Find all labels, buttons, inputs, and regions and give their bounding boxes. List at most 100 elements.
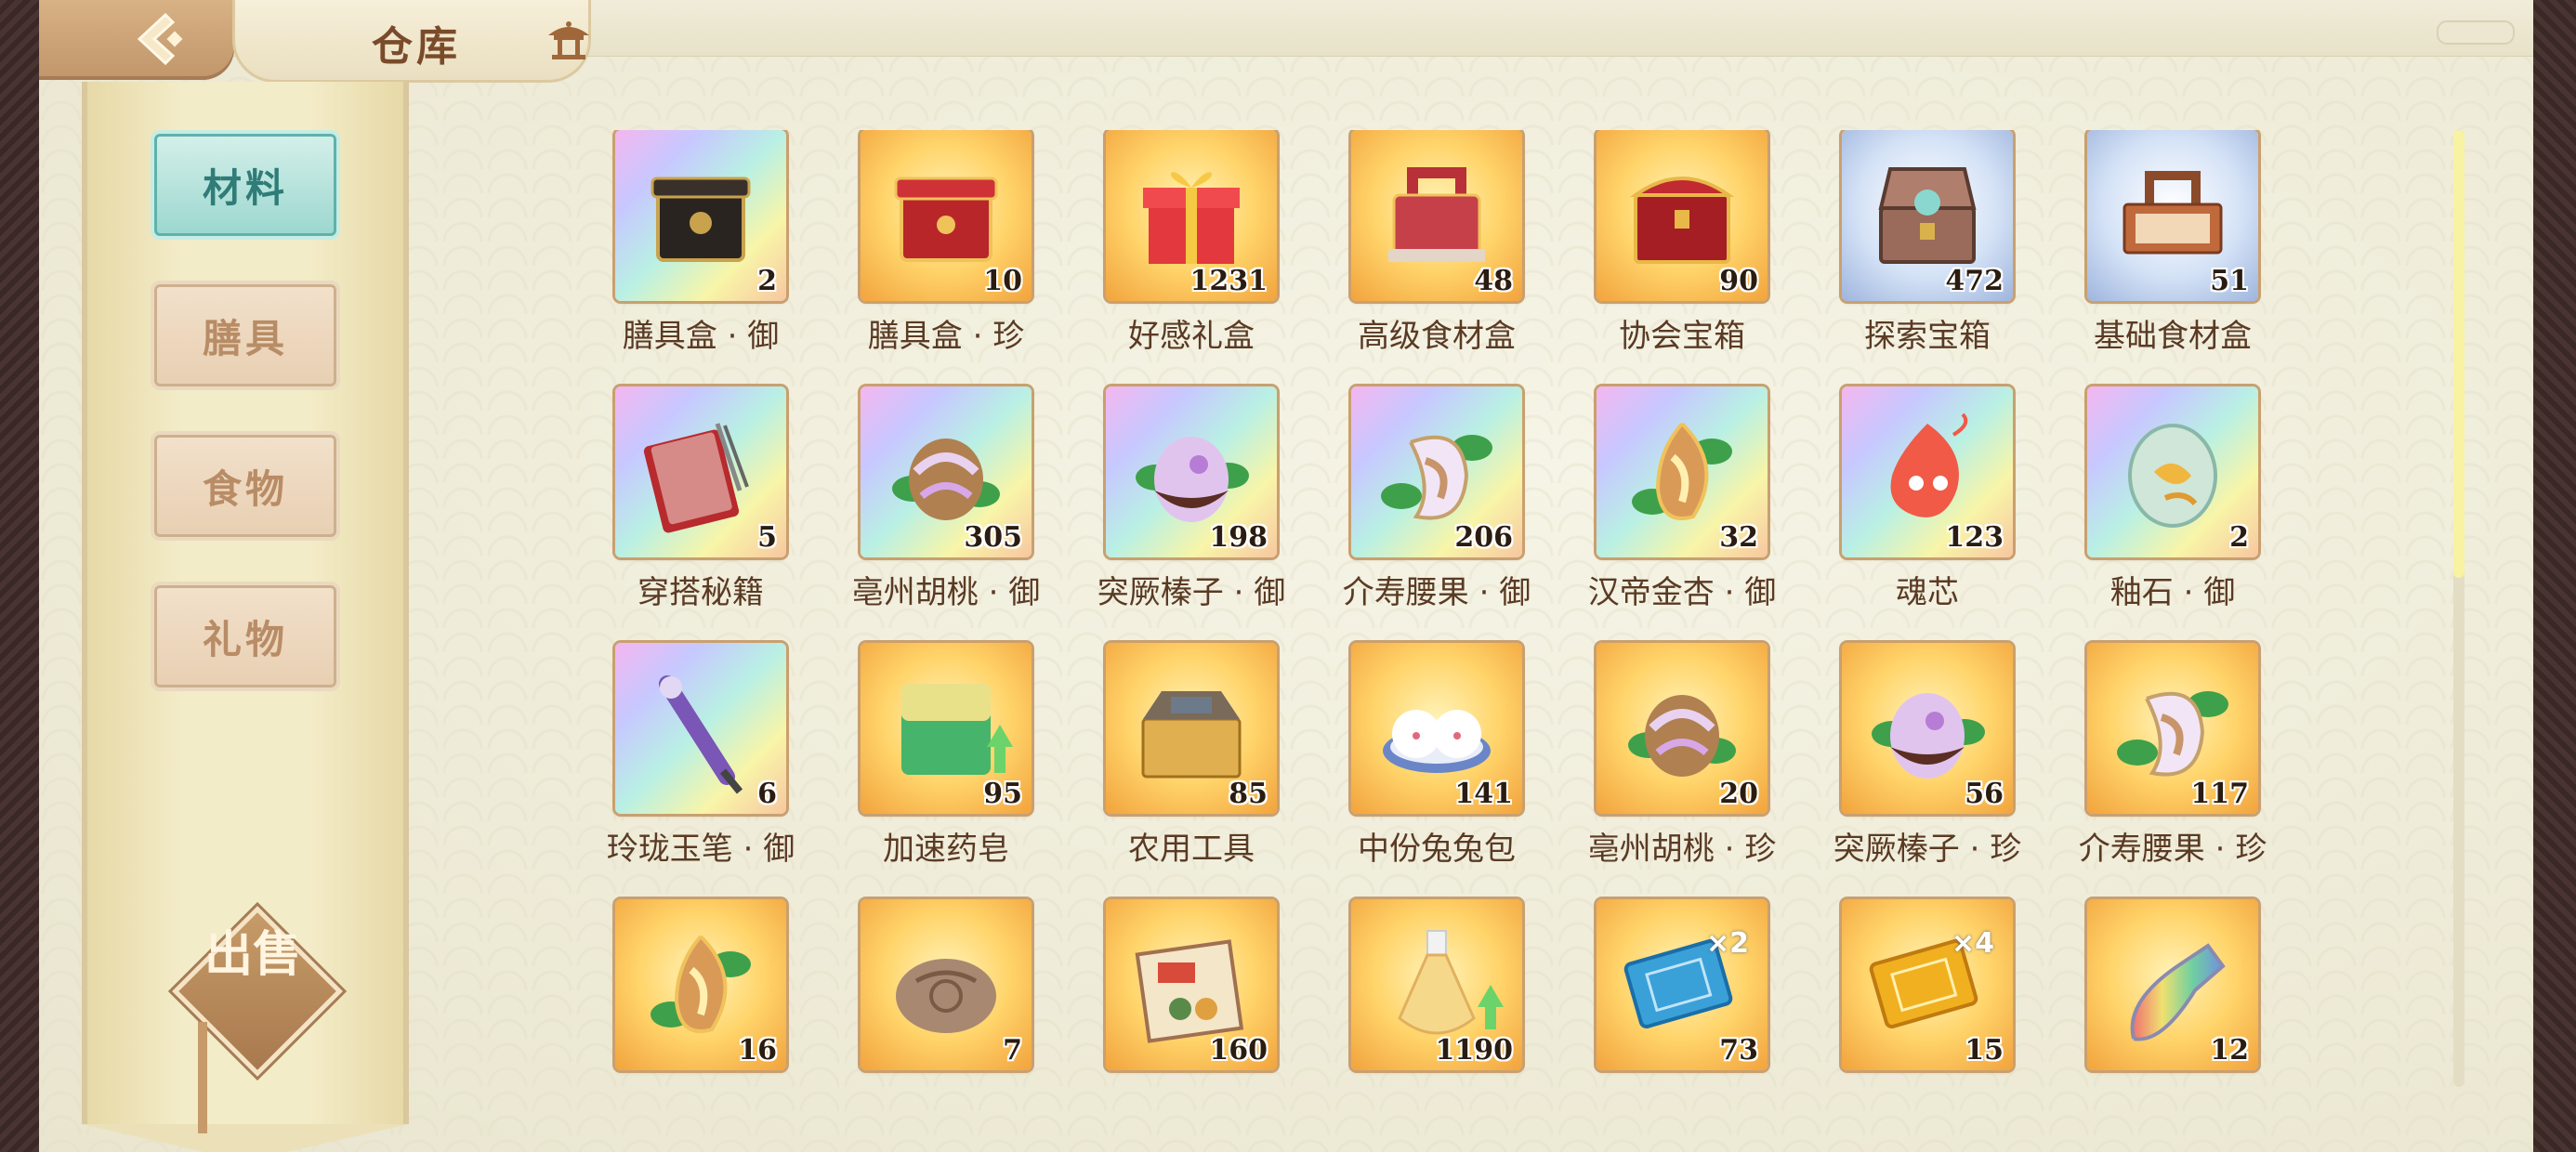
category-label: 食物 bbox=[202, 465, 288, 512]
item-count: 123 bbox=[1945, 521, 2004, 554]
item-card[interactable]: 95 bbox=[861, 643, 1032, 814]
item-card[interactable]: 123 bbox=[1842, 386, 2013, 557]
item-card[interactable]: 20 bbox=[1597, 643, 1768, 814]
sell-label: 出售 bbox=[204, 926, 301, 983]
item-count: 90 bbox=[1719, 265, 1758, 297]
inventory-item[interactable]: 85 农用工具 bbox=[1069, 643, 1314, 884]
item-card[interactable]: 1231 bbox=[1106, 130, 1277, 301]
item-count: 10 bbox=[983, 265, 1022, 297]
item-card[interactable]: 160 bbox=[1106, 899, 1277, 1070]
item-count: 32 bbox=[1719, 521, 1758, 554]
item-card[interactable]: 7 bbox=[861, 899, 1032, 1070]
category-tab-materials[interactable]: 材料 bbox=[151, 130, 340, 240]
item-count: 472 bbox=[1945, 265, 2004, 297]
ticket-multiplier: ×2 bbox=[1705, 927, 1749, 960]
item-card[interactable]: 16 bbox=[615, 899, 786, 1070]
pavilion-icon bbox=[548, 21, 589, 59]
item-card[interactable]: 117 bbox=[2087, 643, 2258, 814]
item-count: 305 bbox=[964, 521, 1022, 554]
home-button[interactable] bbox=[541, 15, 597, 67]
inventory-item[interactable]: 1231 好感礼盒 bbox=[1069, 130, 1314, 372]
item-card[interactable]: 305 bbox=[861, 386, 1032, 557]
item-name: 釉石 · 御 bbox=[2109, 574, 2236, 611]
inventory-item[interactable]: 20 亳州胡桃 · 珍 bbox=[1559, 643, 1805, 884]
item-card[interactable]: 32 bbox=[1597, 386, 1768, 557]
category-tab-gifts[interactable]: 礼物 bbox=[151, 582, 340, 691]
item-count: 2 bbox=[757, 265, 777, 297]
item-count: 206 bbox=[1454, 521, 1513, 554]
inventory-item[interactable]: 5 穿搭秘籍 bbox=[578, 386, 823, 628]
inventory-item[interactable]: 56 突厥榛子 · 珍 bbox=[1805, 643, 2050, 884]
inventory-item[interactable]: 198 突厥榛子 · 御 bbox=[1069, 386, 1314, 628]
inventory-item[interactable]: 206 介寿腰果 · 御 bbox=[1314, 386, 1559, 628]
inventory-item[interactable]: 123 魂芯 bbox=[1805, 386, 2050, 628]
inventory-item[interactable]: 2 釉石 · 御 bbox=[2050, 386, 2295, 628]
item-name: 好感礼盒 bbox=[1128, 318, 1255, 355]
item-card[interactable]: 5 bbox=[615, 386, 786, 557]
item-name: 汉帝金杏 · 御 bbox=[1587, 574, 1777, 611]
category-tab-food[interactable]: 食物 bbox=[151, 431, 340, 541]
item-count: 5 bbox=[757, 521, 777, 554]
item-card[interactable]: 12 bbox=[2087, 899, 2258, 1070]
inventory-item[interactable]: 472 探索宝箱 bbox=[1805, 130, 2050, 372]
item-count: 51 bbox=[2210, 265, 2249, 297]
item-count: 7 bbox=[1003, 1034, 1022, 1067]
item-card[interactable]: 90 bbox=[1597, 130, 1768, 301]
item-count: 2 bbox=[2229, 521, 2249, 554]
item-count: 198 bbox=[1209, 521, 1268, 554]
item-card[interactable]: 472 bbox=[1842, 130, 2013, 301]
category-tab-tableware[interactable]: 膳具 bbox=[151, 281, 340, 390]
item-card[interactable]: 48 bbox=[1351, 130, 1522, 301]
inventory-item[interactable]: 305 亳州胡桃 · 御 bbox=[823, 386, 1069, 628]
item-card[interactable]: 206 bbox=[1351, 386, 1522, 557]
left-bezel bbox=[0, 0, 39, 1152]
category-label: 材料 bbox=[202, 164, 288, 211]
item-card[interactable]: ×2 73 bbox=[1597, 899, 1768, 1070]
inventory-item[interactable]: 6 玲珑玉笔 · 御 bbox=[578, 643, 823, 884]
item-name: 亳州胡桃 · 御 bbox=[851, 574, 1041, 611]
inventory-item[interactable]: 48 高级食材盒 bbox=[1314, 130, 1559, 372]
inventory-item[interactable]: 1190 bbox=[1314, 899, 1559, 1096]
item-card[interactable]: 2 bbox=[615, 130, 786, 301]
item-card[interactable]: 51 bbox=[2087, 130, 2258, 301]
back-button[interactable] bbox=[132, 9, 199, 69]
top-right-ornament bbox=[2437, 20, 2515, 45]
inventory-item[interactable]: 141 中份兔兔包 bbox=[1314, 643, 1559, 884]
item-name: 膳具盒 · 珍 bbox=[867, 318, 1025, 355]
item-card[interactable]: ×4 15 bbox=[1842, 899, 2013, 1070]
item-card[interactable]: 141 bbox=[1351, 643, 1522, 814]
inventory-item[interactable]: 32 汉帝金杏 · 御 bbox=[1559, 386, 1805, 628]
item-card[interactable]: 85 bbox=[1106, 643, 1277, 814]
page-title: 仓库 bbox=[372, 23, 461, 71]
item-card[interactable]: 56 bbox=[1842, 643, 2013, 814]
item-grid: 2 膳具盒 · 御 10 膳具盒 · 珍 1231 好感礼盒 48 高级食材盒 90 协会宝箱 47… bbox=[578, 130, 2530, 1096]
inventory-item[interactable]: 10 膳具盒 · 珍 bbox=[823, 130, 1069, 372]
ticket-multiplier: ×4 bbox=[1951, 927, 1994, 960]
item-card[interactable]: 198 bbox=[1106, 386, 1277, 557]
inventory-item[interactable]: 90 协会宝箱 bbox=[1559, 130, 1805, 372]
scrollbar-thumb[interactable] bbox=[2453, 130, 2464, 578]
inventory-item[interactable]: 12 bbox=[2050, 899, 2295, 1096]
inventory-item[interactable]: 7 bbox=[823, 899, 1069, 1096]
item-name: 协会宝箱 bbox=[1619, 318, 1745, 355]
inventory-item[interactable]: 51 基础食材盒 bbox=[2050, 130, 2295, 372]
item-name: 玲珑玉笔 · 御 bbox=[606, 831, 795, 868]
category-sidebar: 材料 膳具 食物 礼物 出售 bbox=[82, 82, 409, 1152]
item-name: 中份兔兔包 bbox=[1358, 831, 1516, 868]
item-card[interactable]: 1190 bbox=[1351, 899, 1522, 1070]
item-name: 基础食材盒 bbox=[2094, 318, 2252, 355]
inventory-item[interactable]: 2 膳具盒 · 御 bbox=[578, 130, 823, 372]
item-card[interactable]: 6 bbox=[615, 643, 786, 814]
inventory-item[interactable]: 160 bbox=[1069, 899, 1314, 1096]
inventory-item[interactable]: ×4 15 bbox=[1805, 899, 2050, 1096]
item-name: 魂芯 bbox=[1896, 574, 1959, 611]
inventory-item[interactable]: 95 加速药皂 bbox=[823, 643, 1069, 884]
item-count: 160 bbox=[1209, 1034, 1268, 1067]
item-count: 20 bbox=[1719, 778, 1758, 810]
item-count: 85 bbox=[1229, 778, 1268, 810]
inventory-item[interactable]: 117 介寿腰果 · 珍 bbox=[2050, 643, 2295, 884]
item-card[interactable]: 2 bbox=[2087, 386, 2258, 557]
inventory-item[interactable]: 16 bbox=[578, 899, 823, 1096]
item-card[interactable]: 10 bbox=[861, 130, 1032, 301]
inventory-item[interactable]: ×2 73 bbox=[1559, 899, 1805, 1096]
